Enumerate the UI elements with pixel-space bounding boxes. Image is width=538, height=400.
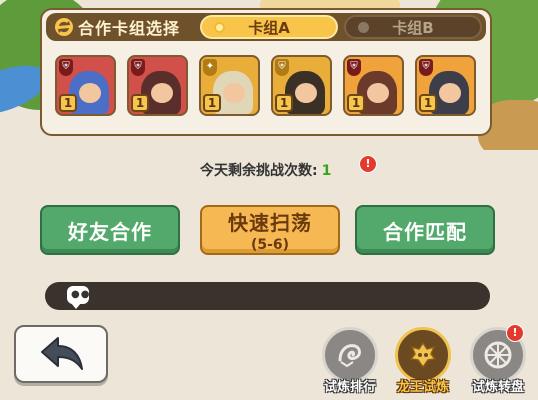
hero-card[interactable]: ⛨ 1 — [271, 55, 332, 116]
swap-icon — [55, 18, 73, 36]
card-level: 1 — [203, 94, 221, 112]
quick-sweep-label: 快速扫荡 — [228, 211, 312, 235]
defense-shield-icon: ⛨ — [131, 59, 145, 76]
panel-title: 合作卡组选择 — [78, 19, 181, 38]
hero-card[interactable]: ⛨ 1 — [127, 55, 188, 116]
defense-shield-icon: ⛨ — [419, 59, 433, 76]
dragon-icon — [338, 344, 361, 368]
tab-deck-b[interactable]: 卡组B — [344, 15, 482, 39]
unselected-dot-icon — [358, 22, 369, 33]
tab-deck-a[interactable]: 卡组A — [200, 15, 338, 39]
friend-coop-label: 好友合作 — [68, 219, 152, 244]
back-button[interactable] — [14, 325, 108, 383]
coop-match-label: 合作匹配 — [383, 219, 467, 244]
defense-shield-icon: ⛨ — [59, 59, 73, 76]
chat-bubble-icon: ●●● — [67, 286, 99, 309]
trial-wheel-label: 试炼转盘 — [471, 380, 524, 395]
card-level: 1 — [347, 94, 365, 112]
remaining-challenges: 今天剩余挑战次数: 1 ! — [200, 155, 377, 180]
tab-deck-b-label: 卡组B — [392, 18, 434, 37]
remaining-challenges-count: 1 — [321, 163, 332, 179]
card-level: 1 — [275, 94, 293, 112]
selected-dot-icon — [214, 22, 225, 33]
quick-sweep-range: (5-6) — [250, 237, 290, 253]
alert-icon: ! — [359, 155, 377, 173]
dragon-king-trial-button[interactable] — [395, 327, 451, 383]
hero-card[interactable]: ⛨ 1 — [55, 55, 116, 116]
dragon-head-icon — [409, 341, 437, 369]
tab-deck-a-label: 卡组A — [248, 18, 290, 37]
defense-shield-icon: ⛨ — [275, 59, 289, 76]
card-level: 1 — [419, 94, 437, 112]
chat-bar[interactable]: ●●● — [45, 282, 490, 310]
deck-selection-panel: 合作卡组选择 卡组A 卡组B ⛨ 1 ⛨ 1 ✦ 1 ⛨ 1 ⛨ 1 ⛨ 1 — [40, 8, 492, 136]
card-level: 1 — [131, 94, 149, 112]
wheel-icon — [484, 341, 512, 369]
card-level: 1 — [59, 94, 77, 112]
hero-card[interactable]: ✦ 1 — [199, 55, 260, 116]
wheel-alert-icon: ! — [506, 324, 524, 342]
quick-sweep-button[interactable]: 快速扫荡 (5-6) — [200, 205, 340, 255]
friend-coop-button[interactable]: 好友合作 — [40, 205, 180, 255]
hero-card-list: ⛨ 1 ⛨ 1 ✦ 1 ⛨ 1 ⛨ 1 ⛨ 1 — [55, 55, 476, 116]
support-wings-icon: ✦ — [203, 59, 217, 76]
back-arrow-icon — [41, 337, 83, 370]
hero-card[interactable]: ⛨ 1 — [415, 55, 476, 116]
remaining-challenges-label: 今天剩余挑战次数: — [200, 163, 318, 179]
hero-card[interactable]: ⛨ 1 — [343, 55, 404, 116]
panel-header: 合作卡组选择 卡组A 卡组B — [46, 13, 486, 41]
trial-ranking-button[interactable] — [322, 327, 378, 383]
dragon-king-trial-label: 龙王试炼 — [396, 380, 449, 395]
coop-match-button[interactable]: 合作匹配 — [355, 205, 495, 255]
defense-shield-icon: ⛨ — [347, 59, 361, 76]
trial-ranking-label: 试炼排行 — [323, 380, 376, 395]
